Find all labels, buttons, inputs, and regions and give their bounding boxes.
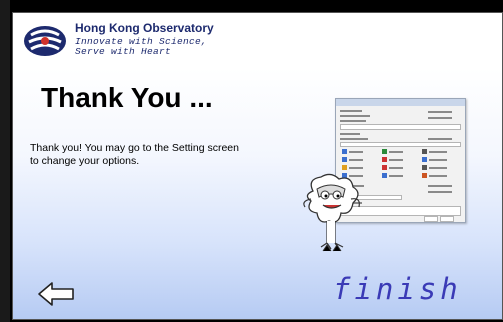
weather-icon	[342, 157, 347, 162]
thumbnail-field	[340, 142, 461, 147]
thumbnail-line	[340, 138, 368, 140]
thumbnail-line	[340, 110, 362, 112]
screen-frame: Hong Kong Observatory Innovate with Scie…	[0, 0, 503, 322]
thumbnail-line	[429, 167, 447, 169]
weather-icon	[382, 157, 387, 162]
back-arrow-icon[interactable]	[37, 281, 75, 307]
org-slogan: Innovate with Science, Serve with Heart	[75, 36, 208, 57]
wizard-window: Hong Kong Observatory Innovate with Scie…	[12, 12, 503, 320]
thumbnail-line	[429, 159, 447, 161]
thumbnail-line	[389, 151, 403, 153]
thumbnail-line	[429, 175, 447, 177]
thumbnail-line	[340, 120, 366, 122]
thank-you-message: Thank you! You may go to the Setting scr…	[30, 142, 239, 167]
weather-icon	[422, 149, 427, 154]
thumbnail-line	[428, 191, 452, 193]
weather-icon	[422, 157, 427, 162]
weather-icon	[342, 165, 347, 170]
thumbnail-line	[428, 117, 452, 119]
hko-logo-icon	[24, 26, 66, 56]
thumbnail-line	[349, 167, 363, 169]
thumbnail-line	[349, 151, 363, 153]
header: Hong Kong Observatory Innovate with Scie…	[13, 13, 502, 68]
thumbnail-field	[340, 124, 461, 130]
page-title: Thank You ...	[41, 82, 213, 113]
finish-button[interactable]: finish	[333, 272, 462, 306]
weather-icon	[382, 165, 387, 170]
weather-icon	[382, 149, 387, 154]
thumbnail-line	[340, 133, 360, 135]
thumbnail-line	[389, 175, 403, 177]
thumbnail-line	[429, 151, 447, 153]
thumbnail-line	[340, 115, 370, 117]
thumbnail-line	[389, 167, 403, 169]
weather-icon	[422, 165, 427, 170]
weather-icon	[382, 173, 387, 178]
weather-icon	[422, 173, 427, 178]
thumbnail-button	[424, 216, 438, 222]
org-name: Hong Kong Observatory	[75, 21, 214, 35]
thumbnail-line	[389, 159, 403, 161]
thumbnail-line	[428, 111, 452, 113]
thumbnail-titlebar	[336, 99, 465, 106]
content-area: Thank You ... Thank you! You may go to t…	[13, 68, 502, 319]
weather-icon	[342, 149, 347, 154]
thumbnail-button	[440, 216, 454, 222]
thumbnail-line	[349, 159, 363, 161]
thumbnail-line	[428, 185, 452, 187]
thumbnail-line	[428, 138, 452, 140]
background-strip	[0, 0, 10, 322]
mascot-icon	[303, 173, 360, 252]
